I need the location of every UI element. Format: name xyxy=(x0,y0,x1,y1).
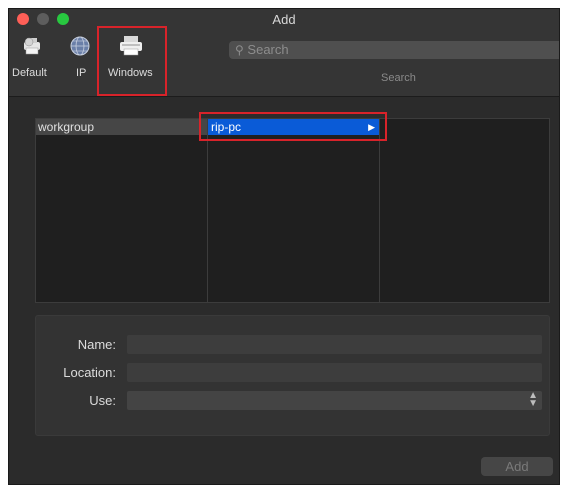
highlight-rip-pc xyxy=(199,112,387,141)
browser-column-3 xyxy=(380,119,549,302)
use-label: Use: xyxy=(89,393,116,408)
search-placeholder: Search xyxy=(247,42,289,57)
globe-network-icon xyxy=(70,36,90,56)
toolbar-ip-label: IP xyxy=(76,67,87,79)
toolbar: Add Default IP Windows ⚲ Search Search xyxy=(9,9,559,97)
add-printer-window: Add Default IP Windows ⚲ Search Search w… xyxy=(8,8,560,485)
use-popup[interactable]: ▲ ▼ xyxy=(127,391,542,410)
browser-column-2: rip-pc ▶ xyxy=(208,119,380,302)
list-item-label: workgroup xyxy=(38,120,95,134)
updown-chevron-icon: ▲ ▼ xyxy=(528,390,538,409)
browser-column-1: workgroup xyxy=(36,119,208,302)
search-field[interactable]: ⚲ Search xyxy=(229,41,559,59)
list-item-workgroup[interactable]: workgroup xyxy=(36,119,207,135)
toolbar-ip-button[interactable]: IP xyxy=(61,9,101,89)
printer-info-form: Name: Location: Use: ▲ ▼ xyxy=(35,315,550,436)
search-caption: Search xyxy=(381,72,416,84)
name-field[interactable] xyxy=(127,335,542,354)
printer-default-icon xyxy=(24,37,40,55)
printer-browser: workgroup rip-pc ▶ xyxy=(35,118,550,303)
highlight-windows xyxy=(97,26,167,96)
toolbar-default-button[interactable]: Default xyxy=(9,9,53,89)
add-button[interactable]: Add xyxy=(481,457,553,476)
search-icon: ⚲ xyxy=(235,43,244,57)
name-label: Name: xyxy=(77,337,116,352)
location-field[interactable] xyxy=(127,363,542,382)
location-label: Location: xyxy=(63,365,116,380)
toolbar-default-label: Default xyxy=(12,67,47,79)
